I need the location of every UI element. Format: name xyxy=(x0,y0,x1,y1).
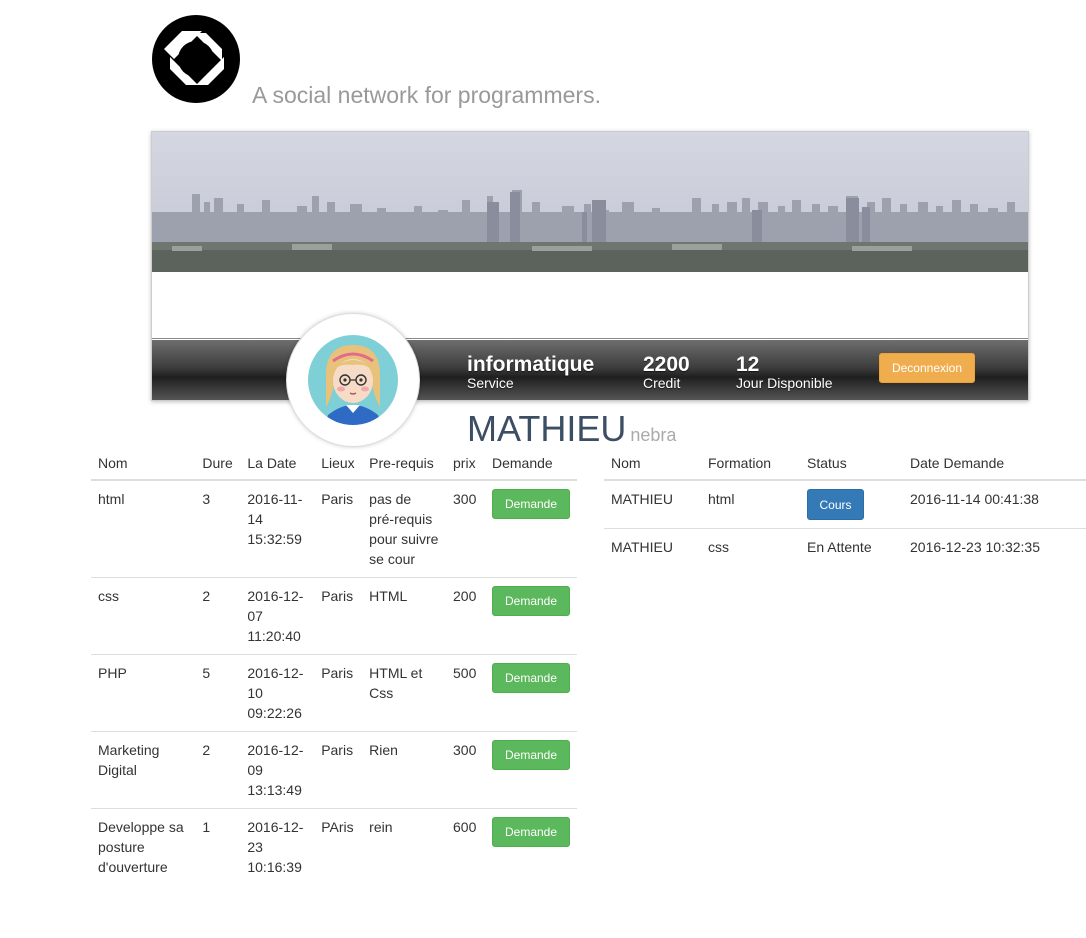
table-row: Developpe sa posture d'ouverture 1 2016-… xyxy=(91,808,577,885)
cell-prerequis: Rien xyxy=(362,731,447,809)
demande-button[interactable]: Demande xyxy=(492,663,570,693)
cell-date: 2016-12-10 09:22:26 xyxy=(240,654,315,732)
col-header-date-demande: Date Demande xyxy=(903,449,1086,481)
stat-service-value: informatique xyxy=(467,353,595,376)
table-row: html 3 2016-11-14 15:32:59 Paris pas de … xyxy=(91,479,577,578)
requests-header-row: Nom Formation Status Date Demande xyxy=(604,449,1086,481)
cell-date: 2016-12-09 13:13:49 xyxy=(240,731,315,809)
cell-lieux: Paris xyxy=(314,731,363,809)
cell-lieux: Paris xyxy=(314,479,363,578)
avatar[interactable] xyxy=(286,313,420,447)
cell-date-demande: 2016-12-23 10:32:35 xyxy=(903,528,1086,565)
cell-date: 2016-12-07 11:20:40 xyxy=(240,577,315,655)
profile-name: MATHIEU nebra xyxy=(467,408,676,450)
cell-dure: 2 xyxy=(195,731,241,809)
cell-nom: PHP xyxy=(91,654,196,732)
table-row: Marketing Digital 2 2016-12-09 13:13:49 … xyxy=(91,731,577,809)
stat-days: 12 Jour Disponible xyxy=(736,354,833,390)
cell-nom: Marketing Digital xyxy=(91,731,196,809)
demande-button[interactable]: Demande xyxy=(492,817,570,847)
cell-nom: html xyxy=(91,479,196,578)
col-header-prerequis: Pre-requis xyxy=(362,449,447,481)
table-row: MATHIEU css En Attente 2016-12-23 10:32:… xyxy=(604,528,1086,565)
cell-prerequis: HTML xyxy=(362,577,447,655)
table-row: PHP 5 2016-12-10 09:22:26 Paris HTML et … xyxy=(91,654,577,732)
col-header-nom: Nom xyxy=(91,449,196,481)
col-header-nom: Nom xyxy=(604,449,701,481)
cell-prix: 200 xyxy=(446,577,485,655)
cell-dure: 1 xyxy=(195,808,241,885)
cell-action: Demande xyxy=(485,654,577,732)
table-row: MATHIEU html Cours 2016-11-14 00:41:38 xyxy=(604,479,1086,529)
cell-action: Demande xyxy=(485,808,577,885)
demande-button[interactable]: Demande xyxy=(492,740,570,770)
col-header-status: Status xyxy=(800,449,903,481)
table-row: css 2 2016-12-07 11:20:40 Paris HTML 200… xyxy=(91,577,577,655)
cell-formation: css xyxy=(701,528,800,565)
courses-header-row: Nom Dure La Date Lieux Pre-requis prix D… xyxy=(91,449,577,481)
cell-prix: 500 xyxy=(446,654,485,732)
stat-credit-value: 2200 xyxy=(643,353,690,376)
stat-days-label: Jour Disponible xyxy=(736,375,833,391)
cell-dure: 5 xyxy=(195,654,241,732)
stat-credit-label: Credit xyxy=(643,375,681,391)
cell-prerequis: HTML et Css xyxy=(362,654,447,732)
shutter-aperture-icon xyxy=(152,15,240,103)
cell-nom: MATHIEU xyxy=(604,528,701,565)
cell-prix: 600 xyxy=(446,808,485,885)
stat-days-value: 12 xyxy=(736,353,760,376)
cell-date: 2016-12-23 10:16:39 xyxy=(240,808,315,885)
col-header-prix: prix xyxy=(446,449,485,481)
cell-nom: MATHIEU xyxy=(604,479,701,529)
cell-date: 2016-11-14 15:32:59 xyxy=(240,479,315,578)
avatar-girl-icon xyxy=(308,335,398,425)
cover-photo-city-skyline xyxy=(152,132,1028,272)
col-header-dure: Dure xyxy=(195,449,241,481)
cell-prix: 300 xyxy=(446,731,485,809)
col-header-demande: Demande xyxy=(485,449,577,481)
cell-status: Cours xyxy=(800,479,903,529)
cell-action: Demande xyxy=(485,577,577,655)
tagline: A social network for programmers. xyxy=(252,82,601,108)
demande-button[interactable]: Demande xyxy=(492,586,570,616)
col-header-lieux: Lieux xyxy=(314,449,363,481)
stat-service: informatique Service xyxy=(467,354,594,390)
cell-dure: 3 xyxy=(195,479,241,578)
cell-lieux: Paris xyxy=(314,577,363,655)
stat-credit: 2200 Credit xyxy=(643,354,690,390)
cell-formation: html xyxy=(701,479,800,529)
cell-date-demande: 2016-11-14 00:41:38 xyxy=(903,479,1086,529)
cell-action: Demande xyxy=(485,731,577,809)
logout-button[interactable]: Deconnexion xyxy=(879,353,975,383)
requests-table: Nom Formation Status Date Demande MATHIE… xyxy=(604,449,1086,565)
demande-button[interactable]: Demande xyxy=(492,489,570,519)
cell-prerequis: pas de pré-requis pour suivre se cour xyxy=(362,479,447,578)
cell-lieux: Paris xyxy=(314,654,363,732)
cover-spacer xyxy=(152,272,1028,339)
cell-action: Demande xyxy=(485,479,577,578)
cell-prix: 300 xyxy=(446,479,485,578)
profile-name-text: MATHIEU xyxy=(467,408,627,449)
stat-service-label: Service xyxy=(467,375,514,391)
col-header-formation: Formation xyxy=(701,449,800,481)
cell-status: En Attente xyxy=(800,528,903,565)
cell-lieux: PAris xyxy=(314,808,363,885)
cell-nom: Developpe sa posture d'ouverture xyxy=(91,808,196,885)
profile-nickname: nebra xyxy=(630,425,677,445)
cell-prerequis: rein xyxy=(362,808,447,885)
col-header-date: La Date xyxy=(240,449,315,481)
courses-table: Nom Dure La Date Lieux Pre-requis prix D… xyxy=(91,449,577,885)
cell-dure: 2 xyxy=(195,577,241,655)
cours-status-button[interactable]: Cours xyxy=(807,489,864,520)
cell-nom: css xyxy=(91,577,196,655)
